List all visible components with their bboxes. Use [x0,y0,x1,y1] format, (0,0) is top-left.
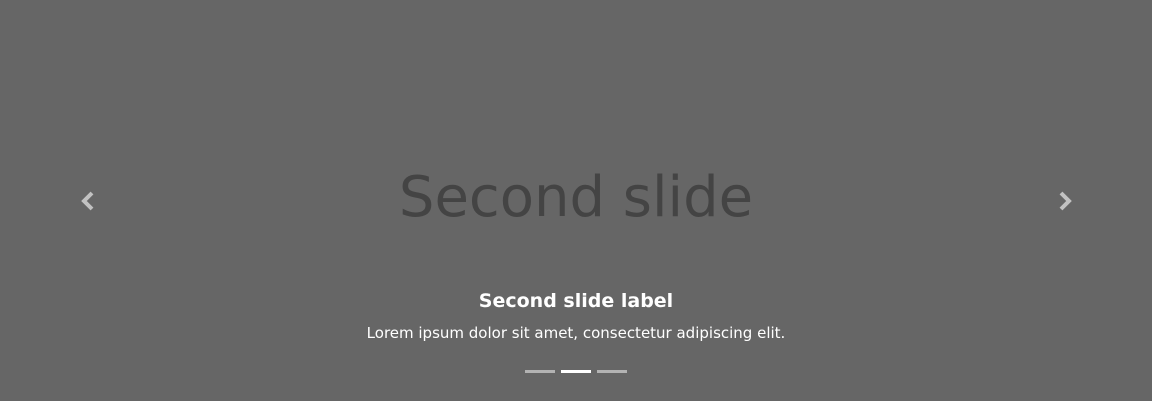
carousel-indicator-1[interactable] [525,370,555,373]
chevron-left-icon [80,191,93,210]
chevron-right-icon [1059,191,1072,210]
carousel-indicator-3[interactable] [597,370,627,373]
slide-caption-title: Second slide label [478,290,674,312]
carousel: Second slide Second slide label Lorem ip… [0,0,1152,401]
carousel-indicator-2[interactable] [561,370,591,373]
slide-caption-text: Lorem ipsum dolor sit amet, consectetur … [366,324,786,342]
carousel-indicators [0,370,1152,373]
